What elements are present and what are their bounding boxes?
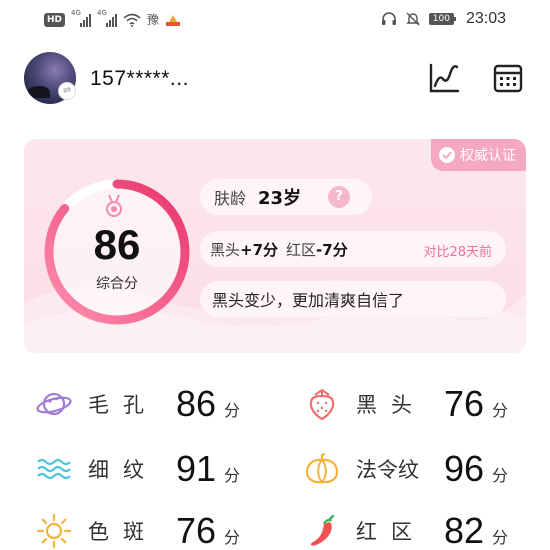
comparison-period[interactable]: 对比28天前 <box>423 241 492 260</box>
clock: 23:03 <box>465 10 506 27</box>
profile-header: ⇌ 157*****... <box>0 52 550 108</box>
metric-unit: 分 <box>224 528 241 547</box>
planet-icon <box>36 392 72 416</box>
trend-chart-icon[interactable] <box>428 62 460 94</box>
metric-label: 色斑 <box>88 520 158 544</box>
metric-unit: 分 <box>492 466 509 485</box>
metric-unit: 分 <box>492 401 509 420</box>
blackhead-compare-delta: +7分 <box>240 240 279 259</box>
metric-item-pores[interactable]: 毛孔 86 分 <box>36 379 240 429</box>
hd-voice-badge: HD <box>44 12 66 27</box>
redness-compare-label: 红区 <box>286 240 317 259</box>
authority-badge[interactable]: 权威认证 <box>431 139 526 171</box>
pumpkin-icon <box>305 452 339 484</box>
metric-label: 细纹 <box>88 458 158 482</box>
comparison-pill: 黑头 +7分 红区 -7分 对比28天前 <box>200 231 506 267</box>
blackhead-compare-label: 黑头 <box>210 240 241 259</box>
user-name[interactable]: 157*****... <box>90 67 189 91</box>
status-bar-left: HD 4G 4G 豫 <box>44 9 181 28</box>
metric-value: 76 <box>444 383 485 424</box>
calendar-icon[interactable] <box>492 62 524 94</box>
mute-bell-icon <box>406 12 420 26</box>
metric-item-blackhead[interactable]: 黑头 76 分 <box>304 379 508 429</box>
status-bar-right: 100 23:03 <box>381 10 506 28</box>
metric-value: 91 <box>176 448 217 489</box>
metric-unit: 分 <box>492 528 509 547</box>
authority-badge-label: 权威认证 <box>460 148 516 164</box>
signal-icon-2: 4G <box>97 9 118 27</box>
signal-icon: 4G <box>71 9 92 27</box>
medal-icon <box>106 194 122 217</box>
switch-account-icon[interactable]: ⇌ <box>58 82 76 100</box>
metric-label: 毛孔 <box>88 393 158 417</box>
help-icon[interactable]: ? <box>328 186 350 208</box>
verified-check-icon <box>439 147 455 163</box>
redness-compare-delta: -7分 <box>316 240 348 259</box>
summary-pill: 黑头变少，更加清爽自信了 <box>200 281 506 317</box>
app-notification-icon-2 <box>166 14 181 26</box>
status-bar: HD 4G 4G 豫 100 23:03 <box>0 0 550 40</box>
metric-unit: 分 <box>224 401 241 420</box>
metric-label: 黑头 <box>356 393 426 417</box>
metric-item-fine-lines[interactable]: 细纹 91 分 <box>36 444 240 494</box>
metric-value: 96 <box>444 448 485 489</box>
sun-icon <box>36 513 72 549</box>
chili-icon <box>310 514 335 546</box>
metric-item-spots[interactable]: 色斑 76 分 <box>36 506 240 550</box>
skin-score-card[interactable]: 权威认证 86 综合分 肤龄 23岁 ? 黑头 +7分 红区 -7分 对比28天… <box>24 139 526 353</box>
skin-age-label: 肤龄 <box>214 189 247 208</box>
metric-value: 82 <box>444 510 485 550</box>
metric-item-nasolabial[interactable]: 法令纹 96 分 <box>304 444 508 494</box>
skin-age-pill: 肤龄 23岁 ? <box>200 179 372 215</box>
metric-item-redness[interactable]: 红区 82 分 <box>304 506 508 550</box>
strawberry-icon <box>309 388 335 421</box>
battery-icon: 100 <box>428 13 457 25</box>
headset-icon <box>381 12 396 25</box>
wave-lines-icon <box>37 458 71 480</box>
metric-unit: 分 <box>224 466 241 485</box>
metric-value: 86 <box>176 383 217 424</box>
metric-label: 法令纹 <box>356 458 419 482</box>
metric-label: 红区 <box>356 520 426 544</box>
overall-score-label: 综合分 <box>96 276 138 292</box>
wifi-icon <box>123 13 141 27</box>
app-notification-icon: 豫 <box>147 13 160 27</box>
metric-value: 76 <box>176 510 217 550</box>
skin-age-value: 23岁 <box>258 188 302 209</box>
overall-score: 86 <box>93 221 141 268</box>
